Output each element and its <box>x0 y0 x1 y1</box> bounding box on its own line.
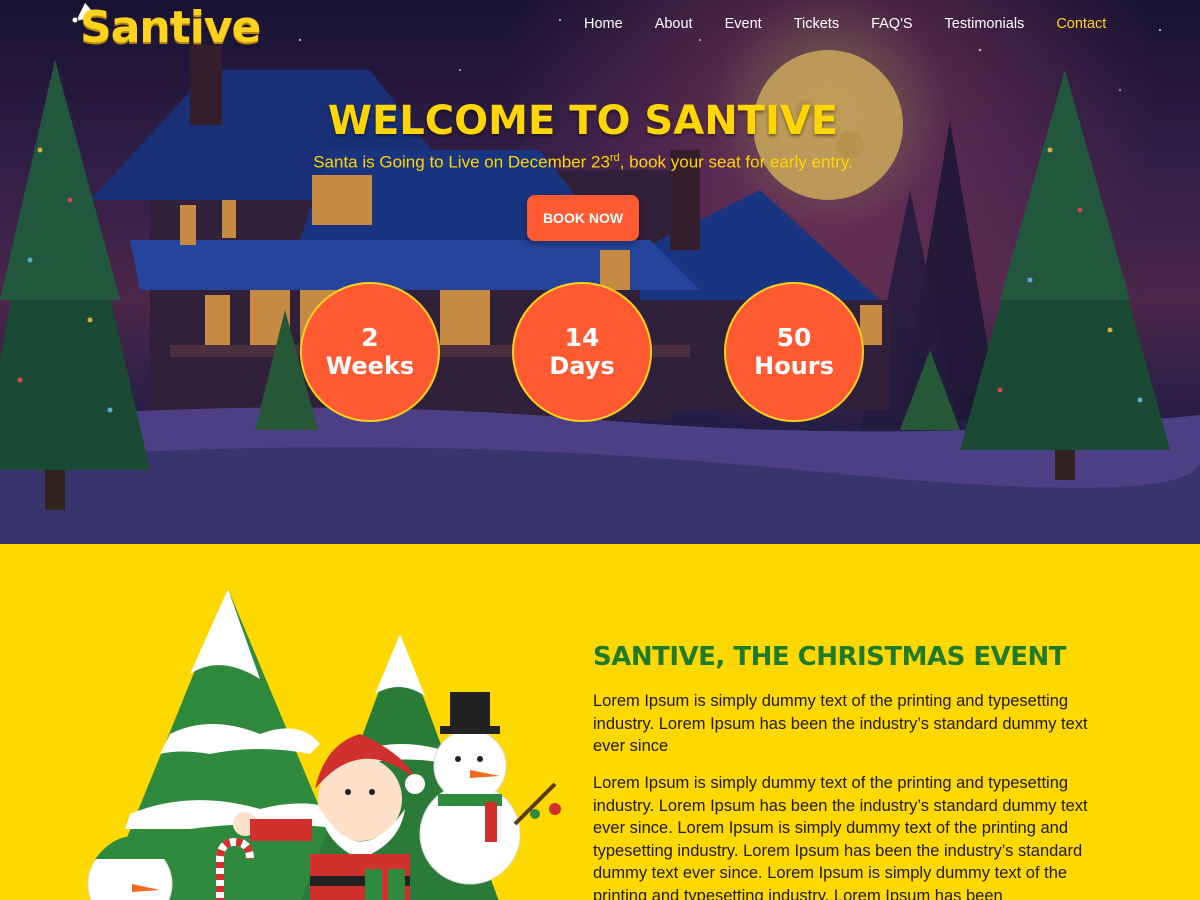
countdown-value: 50 <box>776 323 812 352</box>
hero-title: WELCOME TO SANTIVE <box>327 98 839 144</box>
main-nav: Home About Event Tickets FAQ'S Testimoni… <box>568 14 1122 34</box>
about-paragraph: Lorem Ipsum is simply dummy text of the … <box>593 774 1088 900</box>
nav-faqs[interactable]: FAQ'S <box>855 14 928 34</box>
about-paragraph: Lorem Ipsum is simply dummy text of the … <box>593 692 1088 756</box>
nav-contact[interactable]: Contact <box>1040 14 1122 34</box>
nav-home[interactable]: Home <box>568 14 639 34</box>
countdown-unit: Hours <box>754 352 834 380</box>
hero-subtitle-text: Santa is Going to Live on December 23 <box>313 152 610 172</box>
hero-subtitle-text-end: , book your seat for early entry. <box>619 152 853 172</box>
countdown-hours: 50 Hours <box>724 282 864 422</box>
countdown-unit: Weeks <box>325 352 415 380</box>
brand-logo[interactable]: Santive <box>80 2 261 53</box>
countdown-unit: Days <box>549 352 615 380</box>
hero-subtitle: Santa is Going to Live on December 23rd,… <box>0 152 1166 173</box>
countdown-weeks: 2 Weeks <box>300 282 440 422</box>
about-title: SANTIVE, THE CHRISTMAS EVENT <box>593 642 1067 672</box>
nav-tickets[interactable]: Tickets <box>778 14 855 34</box>
hero-subtitle-ordinal: rd <box>609 152 620 164</box>
nav-testimonials[interactable]: Testimonials <box>929 14 1041 34</box>
countdown-value: 2 <box>361 323 379 352</box>
book-now-button[interactable]: BOOK NOW <box>527 195 639 241</box>
hero-overlay <box>0 0 1200 544</box>
countdown-days: 14 Days <box>512 282 652 422</box>
christmas-illustration <box>87 589 561 900</box>
hero-section: Santive Home About Event Tickets FAQ'S T… <box>0 0 1200 544</box>
countdown-value: 14 <box>564 323 600 352</box>
about-section: SANTIVE, THE CHRISTMAS EVENT Lorem Ipsum… <box>0 544 1200 900</box>
nav-event[interactable]: Event <box>709 14 778 34</box>
nav-about[interactable]: About <box>639 14 709 34</box>
